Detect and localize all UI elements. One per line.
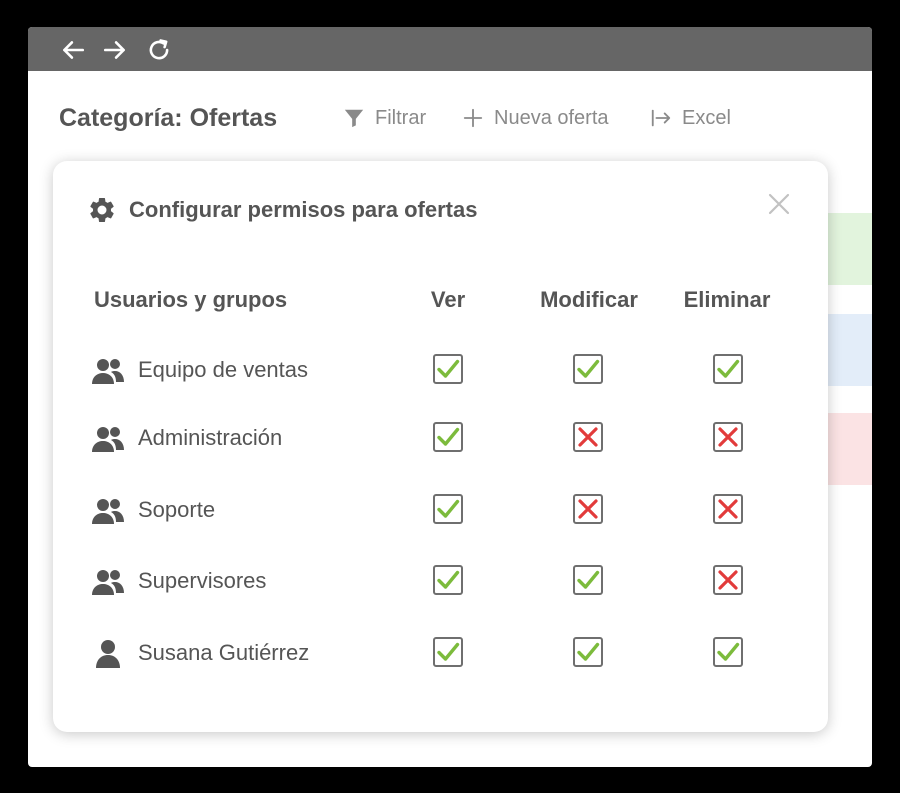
group-icon — [92, 499, 124, 524]
filter-label: Filtrar — [375, 106, 427, 129]
excel-label: Excel — [682, 106, 731, 129]
background-row-red — [828, 413, 872, 485]
permission-row: Equipo de ventas — [53, 351, 828, 391]
filter-icon — [344, 109, 364, 128]
row-label: Susana Gutiérrez — [138, 640, 310, 665]
column-header-modify: Modificar — [540, 287, 638, 312]
dialog-title: Configurar permisos para ofertas — [129, 197, 478, 222]
checkmark-icon — [717, 359, 740, 378]
dialog-header: Configurar permisos para ofertas — [87, 195, 477, 225]
checkbox-view[interactable] — [433, 494, 463, 524]
checkbox-modify[interactable] — [573, 354, 603, 384]
checkbox-view[interactable] — [433, 422, 463, 452]
filter-button[interactable]: Filtrar — [343, 103, 426, 133]
group-icon — [92, 359, 124, 384]
user-icon-wrapper — [91, 638, 125, 670]
checkbox-modify[interactable] — [573, 422, 603, 452]
checkmark-icon — [577, 642, 600, 661]
row-label: Equipo de ventas — [138, 357, 309, 382]
checkbox-view[interactable] — [433, 354, 463, 384]
export-icon — [651, 109, 671, 127]
checkbox-modify[interactable] — [573, 637, 603, 667]
checkbox-modify[interactable] — [573, 565, 603, 595]
user-icon — [96, 640, 120, 668]
checkbox-view[interactable] — [433, 565, 463, 595]
row-label: Soporte — [138, 497, 216, 522]
checkmark-icon — [437, 570, 460, 589]
checkmark-icon — [577, 359, 600, 378]
plus-icon — [463, 108, 483, 128]
permission-row: Supervisores — [53, 562, 828, 602]
permission-row: Administración — [53, 419, 828, 459]
cross-icon — [718, 427, 738, 447]
column-header-delete: Eliminar — [683, 287, 771, 312]
row-label: Supervisores — [138, 568, 267, 593]
group-icon-wrapper — [91, 355, 125, 387]
column-header-view: Ver — [430, 287, 466, 312]
group-icon — [92, 570, 124, 595]
checkmark-icon — [437, 427, 460, 446]
background-row-green — [828, 213, 872, 285]
checkbox-delete[interactable] — [713, 422, 743, 452]
page-title: Categoría: Ofertas — [59, 104, 278, 132]
checkbox-delete[interactable] — [713, 637, 743, 667]
checkbox-modify[interactable] — [573, 494, 603, 524]
close-button[interactable] — [764, 189, 794, 219]
new-offer-button[interactable]: Nueva oferta — [462, 103, 609, 133]
checkmark-icon — [437, 359, 460, 378]
checkmark-icon — [717, 642, 740, 661]
reload-button[interactable] — [144, 35, 174, 65]
permission-row: Susana Gutiérrez — [53, 634, 828, 674]
arrow-right-icon — [103, 41, 125, 59]
checkbox-view[interactable] — [433, 637, 463, 667]
gear-icon — [90, 197, 114, 222]
group-icon — [92, 427, 124, 452]
cross-icon — [578, 499, 598, 519]
excel-export-button[interactable]: Excel — [650, 103, 731, 133]
checkbox-delete[interactable] — [713, 354, 743, 384]
column-header-users: Usuarios y grupos — [94, 287, 288, 312]
background-row-blue — [828, 314, 872, 386]
new-offer-label: Nueva oferta — [494, 106, 609, 129]
back-button[interactable] — [58, 35, 88, 65]
row-label: Administración — [138, 425, 283, 450]
checkmark-icon — [437, 642, 460, 661]
group-icon-wrapper — [91, 495, 125, 527]
forward-button[interactable] — [100, 35, 130, 65]
browser-bar — [28, 27, 872, 71]
page-toolbar: Categoría: Ofertas Filtrar Nueva oferta … — [28, 97, 872, 141]
group-icon-wrapper — [91, 566, 125, 598]
checkmark-icon — [437, 499, 460, 518]
reload-icon — [149, 39, 169, 60]
cross-icon — [578, 427, 598, 447]
permissions-dialog: Configurar permisos para ofertas Usuario… — [53, 161, 828, 732]
checkbox-delete[interactable] — [713, 494, 743, 524]
cross-icon — [718, 570, 738, 590]
checkbox-delete[interactable] — [713, 565, 743, 595]
arrow-left-icon — [63, 41, 85, 59]
group-icon-wrapper — [91, 423, 125, 455]
permission-row: Soporte — [53, 491, 828, 531]
close-icon — [768, 193, 790, 215]
cross-icon — [718, 499, 738, 519]
checkmark-icon — [577, 570, 600, 589]
